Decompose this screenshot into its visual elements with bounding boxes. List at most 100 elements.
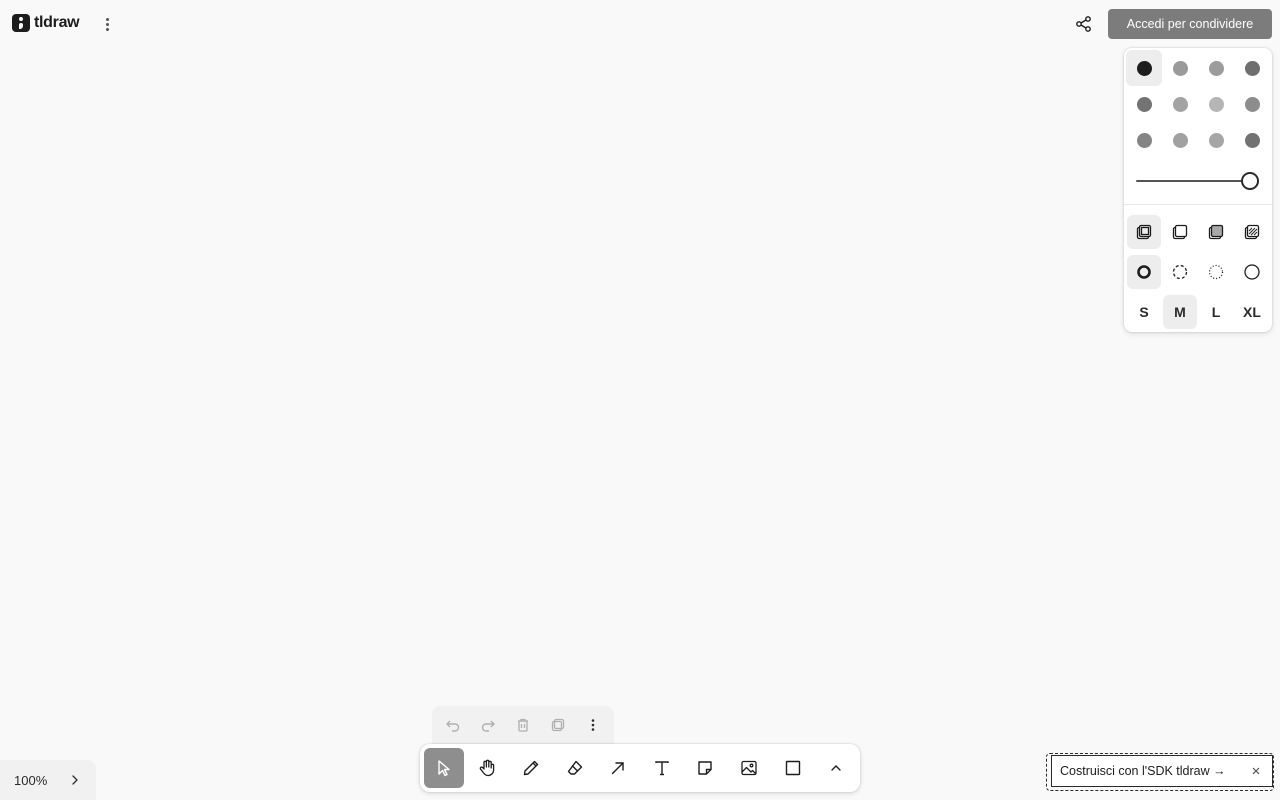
- panel-divider: [1124, 204, 1272, 205]
- text-icon: [655, 761, 669, 776]
- redo-icon: [482, 720, 496, 732]
- zoom-control: 100%: [0, 760, 96, 800]
- size-xl-button[interactable]: XL: [1234, 292, 1270, 332]
- dash-draw-icon: [1137, 265, 1151, 279]
- tool-note[interactable]: [686, 748, 726, 788]
- brand: tldraw: [12, 12, 80, 34]
- eraser-icon: [567, 760, 582, 775]
- size-m-label: M: [1174, 304, 1186, 320]
- size-xl-label: XL: [1243, 304, 1261, 320]
- color-swatch-orange[interactable]: [1234, 86, 1270, 122]
- color-swatch-light-blue[interactable]: [1162, 86, 1198, 122]
- color-dot: [1244, 96, 1260, 112]
- trash-icon: [517, 718, 528, 732]
- color-swatch-light-red[interactable]: [1198, 122, 1234, 158]
- dash-solid-button[interactable]: [1234, 252, 1270, 292]
- color-picker: [1126, 50, 1270, 158]
- zoom-level[interactable]: 100%: [14, 773, 47, 788]
- rectangle-icon: [785, 760, 800, 776]
- duplicate-button[interactable]: [542, 709, 574, 741]
- main-menu-button[interactable]: [100, 14, 114, 34]
- tldraw-logo-icon: [12, 14, 30, 32]
- duplicate-icon: [551, 718, 564, 732]
- dash-dotted-button[interactable]: [1198, 252, 1234, 292]
- color-dot: [1244, 132, 1260, 148]
- tool-media[interactable]: [729, 748, 769, 788]
- dash-draw-button[interactable]: [1126, 252, 1162, 292]
- color-dot: [1136, 60, 1152, 76]
- drawing-canvas[interactable]: tldraw Accedi per condividere S M L XL 1…: [0, 0, 1280, 800]
- color-dot: [1136, 96, 1152, 112]
- main-toolbar: [420, 744, 860, 792]
- more-vertical-icon: [105, 17, 109, 21]
- fill-none-button[interactable]: [1126, 212, 1162, 252]
- style-options: S M L XL: [1126, 212, 1270, 332]
- size-m-button[interactable]: M: [1162, 292, 1198, 332]
- tool-rectangle[interactable]: [773, 748, 813, 788]
- cursor-icon: [438, 760, 450, 777]
- size-l-button[interactable]: L: [1198, 292, 1234, 332]
- style-panel: S M L XL: [1124, 48, 1272, 332]
- opacity-slider[interactable]: [1136, 170, 1262, 190]
- color-dot: [1172, 60, 1188, 76]
- redo-button[interactable]: [472, 709, 504, 741]
- size-s-label: S: [1139, 304, 1149, 320]
- more-tools-button[interactable]: [816, 748, 856, 788]
- close-icon: [1252, 767, 1260, 775]
- fill-none-icon: [1136, 224, 1152, 240]
- color-swatch-light-green[interactable]: [1162, 122, 1198, 158]
- more-actions-button[interactable]: [577, 709, 609, 741]
- color-swatch-yellow[interactable]: [1198, 86, 1234, 122]
- sdk-banner-inner: Costruisci con l'SDK tldraw →: [1051, 755, 1273, 787]
- more-vertical-icon: [591, 719, 594, 731]
- tool-arrow[interactable]: [598, 748, 638, 788]
- share-login-button[interactable]: Accedi per condividere: [1108, 9, 1272, 39]
- size-l-label: L: [1211, 304, 1221, 320]
- color-swatch-green[interactable]: [1126, 122, 1162, 158]
- tool-draw[interactable]: [511, 748, 551, 788]
- hand-icon: [480, 759, 495, 777]
- tool-hand[interactable]: [468, 748, 508, 788]
- sticky-note-icon: [698, 761, 713, 775]
- color-swatch-blue[interactable]: [1126, 86, 1162, 122]
- color-dot: [1208, 132, 1224, 148]
- sdk-link[interactable]: Costruisci con l'SDK tldraw →: [1060, 764, 1248, 778]
- color-swatch-black[interactable]: [1126, 50, 1162, 86]
- fill-pattern-icon: [1244, 224, 1260, 240]
- brand-name: tldraw: [34, 14, 80, 31]
- pencil-icon: [523, 760, 539, 776]
- color-dot: [1208, 60, 1224, 76]
- color-dot: [1136, 132, 1152, 148]
- delete-button[interactable]: [507, 709, 539, 741]
- share-icon[interactable]: [1074, 14, 1094, 34]
- dash-dashed-button[interactable]: [1162, 252, 1198, 292]
- close-banner-button[interactable]: [1248, 763, 1264, 779]
- fill-semi-button[interactable]: [1162, 212, 1198, 252]
- tool-select[interactable]: [424, 748, 464, 788]
- minimap-toggle[interactable]: [70, 770, 82, 790]
- undo-button[interactable]: [437, 709, 469, 741]
- color-swatch-violet[interactable]: [1234, 50, 1270, 86]
- opacity-slider-thumb[interactable]: [1241, 172, 1259, 190]
- fill-pattern-button[interactable]: [1234, 212, 1270, 252]
- color-dot: [1208, 96, 1224, 112]
- fill-solid-button[interactable]: [1198, 212, 1234, 252]
- fill-solid-icon: [1208, 224, 1224, 240]
- quick-actions-bar: [432, 706, 614, 744]
- sdk-banner: Costruisci con l'SDK tldraw →: [1046, 753, 1274, 791]
- size-s-button[interactable]: S: [1126, 292, 1162, 332]
- dash-dashed-icon: [1172, 264, 1188, 280]
- dash-solid-icon: [1244, 264, 1260, 280]
- arrow-icon: [611, 762, 624, 775]
- color-dot: [1172, 132, 1188, 148]
- color-swatch-light-violet[interactable]: [1198, 50, 1234, 86]
- fill-semi-icon: [1172, 224, 1188, 240]
- undo-icon: [446, 720, 460, 732]
- tool-eraser[interactable]: [555, 748, 595, 788]
- color-dot: [1244, 60, 1260, 76]
- color-swatch-grey[interactable]: [1162, 50, 1198, 86]
- color-swatch-red[interactable]: [1234, 122, 1270, 158]
- tool-text[interactable]: [642, 748, 682, 788]
- dash-dotted-icon: [1208, 264, 1224, 280]
- chevron-up-icon: [831, 765, 841, 771]
